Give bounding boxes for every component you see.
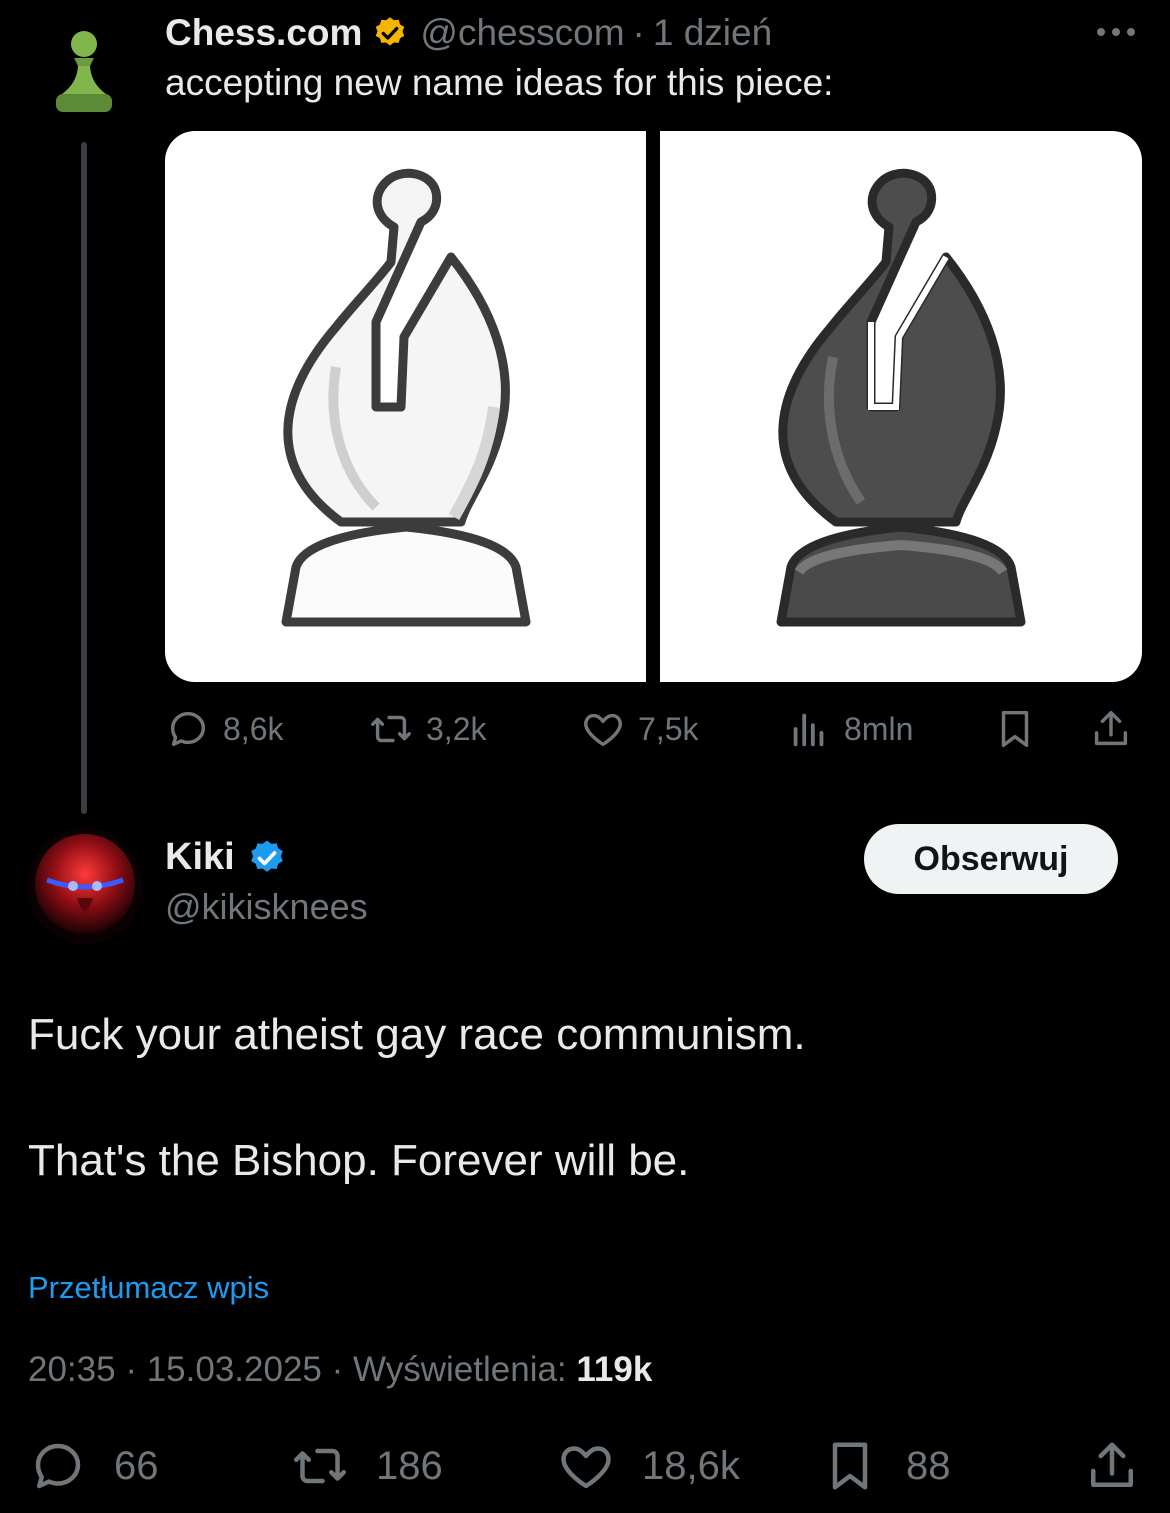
- views-label: Wyświetlenia:: [353, 1350, 567, 1389]
- parent-like-button[interactable]: 7,5k: [580, 706, 698, 752]
- bookmark-icon: [832, 1442, 868, 1490]
- parent-reply-count: 8,6k: [223, 710, 284, 747]
- parent-views-count: 8mln: [844, 710, 914, 747]
- repost-icon: [294, 1448, 346, 1484]
- verified-blue-badge-icon: [250, 840, 283, 872]
- post-time[interactable]: 20:35: [28, 1350, 116, 1389]
- kiki-avatar[interactable]: [27, 828, 143, 944]
- parent-header: Chess.com @chesscom · 1 dzień: [165, 10, 772, 56]
- repost-icon: [371, 715, 411, 743]
- reply-handle[interactable]: @kikisknees: [165, 886, 368, 928]
- parent-like-count: 7,5k: [638, 710, 699, 747]
- parent-text: accepting new name ideas for this piece:: [165, 62, 834, 103]
- like-icon: [584, 713, 622, 747]
- black-bishop-image[interactable]: [660, 131, 1142, 682]
- reply-display-name-row: Kiki: [165, 836, 287, 879]
- reply-share-button[interactable]: [1082, 1436, 1168, 1496]
- parent-repost-count: 3,2k: [426, 710, 487, 747]
- more-button[interactable]: [1094, 18, 1138, 46]
- parent-repost-button[interactable]: 3,2k: [368, 706, 486, 752]
- parent-handle[interactable]: @chesscom: [420, 10, 624, 56]
- parent-time[interactable]: 1 dzień: [653, 10, 772, 56]
- avatar-image: [27, 828, 143, 944]
- reply-display-name[interactable]: Kiki: [165, 836, 235, 879]
- post-meta: 20:35 · 15.03.2025 · Wyświetlenia: 119k: [28, 1350, 653, 1389]
- reply-reply-count: 66: [114, 1443, 159, 1488]
- reply-reply-button[interactable]: 66: [28, 1436, 159, 1496]
- reply-icon: [35, 1443, 81, 1489]
- share-icon: [1091, 1442, 1133, 1487]
- parent-share-button[interactable]: [1088, 706, 1146, 752]
- bookmark-icon: [1001, 710, 1029, 748]
- follow-button[interactable]: Obserwuj: [864, 824, 1118, 894]
- white-bishop-icon: [281, 168, 530, 626]
- reply-bookmark-button[interactable]: 88: [820, 1436, 951, 1496]
- verified-gold-badge-icon: [376, 17, 405, 46]
- views-icon: [793, 713, 824, 747]
- reply-like-button[interactable]: 18,6k: [556, 1436, 740, 1496]
- pawn-avatar-icon: [56, 31, 112, 112]
- translate-post-link[interactable]: Przetłumacz wpis: [28, 1270, 269, 1306]
- more-icon: [1097, 28, 1135, 36]
- separator-dot: ·: [632, 12, 645, 53]
- chesscom-avatar[interactable]: [52, 28, 116, 116]
- reply-icon: [170, 711, 206, 747]
- reply-text-paragraph-2: That's the Bishop. Forever will be.: [28, 1136, 690, 1185]
- post-date[interactable]: 15.03.2025: [147, 1350, 322, 1389]
- reply-repost-count: 186: [376, 1443, 443, 1488]
- parent-views-button[interactable]: 8mln: [786, 706, 913, 752]
- parent-display-name[interactable]: Chess.com: [165, 10, 362, 56]
- parent-media[interactable]: [165, 131, 1142, 682]
- parent-bookmark-button[interactable]: [992, 706, 1050, 752]
- like-icon: [561, 1446, 611, 1489]
- thread-line: [81, 142, 87, 814]
- parent-reply-button[interactable]: 8,6k: [165, 706, 283, 752]
- views-count: 119k: [576, 1350, 653, 1389]
- share-icon: [1094, 710, 1128, 746]
- reply-bookmark-count: 88: [906, 1443, 951, 1488]
- reply-text-paragraph-1: Fuck your atheist gay race communism.: [28, 1010, 806, 1059]
- white-bishop-image[interactable]: [165, 131, 646, 682]
- reply-repost-button[interactable]: 186: [290, 1436, 443, 1496]
- black-bishop-icon: [776, 168, 1026, 626]
- reply-like-count: 18,6k: [642, 1443, 740, 1488]
